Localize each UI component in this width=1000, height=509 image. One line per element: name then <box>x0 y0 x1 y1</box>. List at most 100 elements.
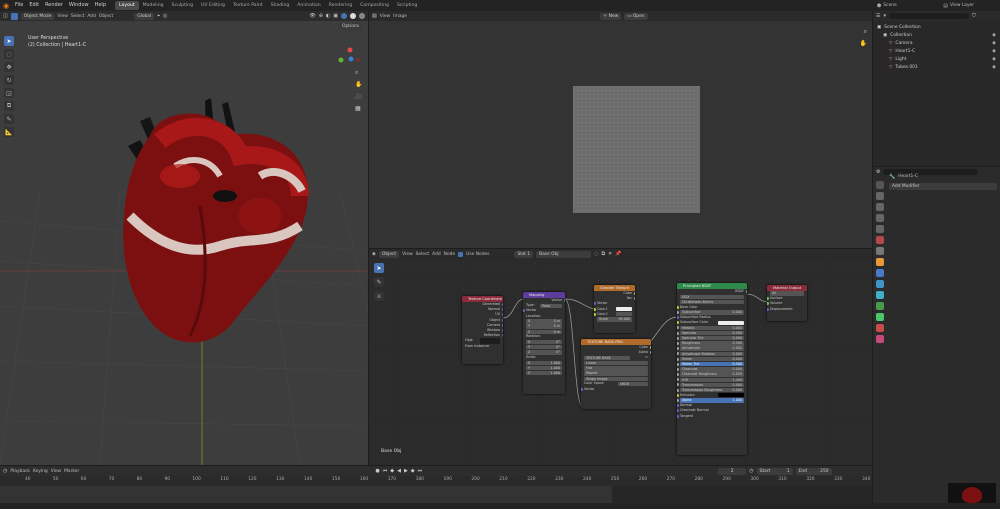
timeline-menu-view[interactable]: View <box>51 468 61 475</box>
outliner[interactable]: ☰ ▾ ⛉ ▣ Scene Collection ▣ Collection ◉ ▽ Ca… <box>873 11 1000 166</box>
visibility-icon[interactable]: 👁 <box>309 13 315 19</box>
scene-props-icon[interactable] <box>876 224 884 233</box>
principled-input-socket[interactable] <box>677 378 679 382</box>
texture-coordinate-node[interactable]: Texture Coordinate Generated Normal UV O… <box>462 296 503 364</box>
visibility-eye-icon[interactable]: ◉ <box>992 33 996 38</box>
principled-input-socket[interactable] <box>677 310 679 314</box>
outliner-type-icon[interactable]: ☰ <box>876 13 880 19</box>
add-modifier-button[interactable]: Add Modifier <box>889 183 997 190</box>
render-props-icon[interactable] <box>876 191 884 200</box>
tab-modeling[interactable]: Modeling <box>139 1 168 10</box>
checker-scale-field[interactable]: Scale 99.000 <box>594 317 635 322</box>
menu-file[interactable]: File <box>12 0 26 11</box>
principled-input-socket[interactable] <box>677 321 679 325</box>
viewport-menu-view[interactable]: View <box>57 13 67 20</box>
play-icon[interactable]: ▶ <box>404 468 408 474</box>
mapping-type-field[interactable]: Point <box>540 303 562 308</box>
principled-input-socket[interactable] <box>677 399 679 403</box>
tab-shading[interactable]: Shading <box>267 1 294 10</box>
principled-input-socket[interactable] <box>677 357 679 361</box>
camera-view-icon[interactable]: 🎥 <box>355 93 362 100</box>
image-pan-icon[interactable]: ✋ <box>860 40 867 47</box>
principled-bsdf-node[interactable]: Principled BSDF BSDF GGX Christensen-Bur… <box>677 283 747 455</box>
tab-sculpting[interactable]: Sculpting <box>168 1 197 10</box>
image-zoom-icon[interactable]: ⌕ <box>864 28 867 36</box>
image-editor[interactable]: ▧ View Image ＋ New ▭ Open ⌕ ✋ <box>369 11 872 248</box>
editor-type-icon[interactable]: ◫ <box>3 13 8 19</box>
outliner-funnel-icon[interactable]: ⛉ <box>972 13 976 19</box>
properties-type-icon[interactable]: ⚙ <box>876 169 880 175</box>
move-tool-icon[interactable]: ✥ <box>4 62 14 72</box>
principled-input-socket[interactable] <box>677 383 679 387</box>
principled-input-socket[interactable] <box>677 316 679 320</box>
image-tex-input-vector[interactable]: Vector <box>581 387 651 392</box>
outliner-item[interactable]: ▽ Tubes.001 ◉ <box>877 63 996 71</box>
data-props-icon[interactable] <box>876 312 884 321</box>
shading-solid-icon[interactable] <box>341 13 347 19</box>
snap-icon[interactable]: ⌖ <box>157 13 160 19</box>
principled-input-socket[interactable] <box>677 326 679 330</box>
outliner-item[interactable]: ▽ Heart1-C ◉ <box>877 47 996 55</box>
scale-tool-icon[interactable]: ◲ <box>4 88 14 98</box>
principled-input-socket[interactable] <box>677 393 679 397</box>
end-frame-field[interactable]: End 250 <box>795 467 832 475</box>
mapping-node[interactable]: Mapping Vector Type: Point Vector Locatio… <box>523 292 565 394</box>
visibility-eye-icon[interactable]: ◉ <box>992 49 996 54</box>
principled-input-socket[interactable] <box>677 409 679 413</box>
outliner-item[interactable]: ▽ Camera ◉ <box>877 39 996 47</box>
node-editor[interactable]: ◈ Object View Select Add Node Use Nodes … <box>369 249 872 465</box>
tab-scripting[interactable]: Scripting <box>393 1 421 10</box>
new-image-button[interactable]: ＋ New <box>599 12 622 20</box>
material-props-icon[interactable] <box>876 323 884 332</box>
visibility-eye-icon[interactable]: ◉ <box>992 41 996 46</box>
particles-props-icon[interactable] <box>876 279 884 288</box>
heart-model[interactable] <box>110 96 320 351</box>
zoom-icon[interactable]: ⌕ <box>355 69 358 77</box>
world-props-icon[interactable] <box>876 235 884 244</box>
emission-color-swatch[interactable] <box>718 393 744 398</box>
jump-end-icon[interactable]: ⏭ <box>418 468 423 474</box>
outliner-filter-icon[interactable]: ▾ <box>883 13 886 19</box>
blender-logo-icon[interactable]: ◉ <box>0 2 12 10</box>
xray-icon[interactable]: ▣ <box>333 13 338 19</box>
start-frame-field[interactable]: Start 1 <box>756 467 793 475</box>
visibility-eye-icon[interactable]: ◉ <box>992 65 996 70</box>
outliner-search-field[interactable] <box>889 13 969 19</box>
menu-edit[interactable]: Edit <box>26 0 42 11</box>
tab-compositing[interactable]: Compositing <box>356 1 393 10</box>
rotate-tool-icon[interactable]: ↻ <box>4 75 14 85</box>
object-props-icon[interactable] <box>876 257 884 266</box>
current-frame-field[interactable]: 2 <box>718 467 747 475</box>
viewport-menu-add[interactable]: Add <box>87 13 96 20</box>
clock-icon[interactable]: ◷ <box>749 468 753 474</box>
next-key-icon[interactable]: ◆ <box>411 468 415 474</box>
pan-icon[interactable]: ✋ <box>355 81 362 88</box>
scene-selector[interactable]: Scene <box>883 2 943 9</box>
viewport-menu-select[interactable]: Select <box>71 13 85 20</box>
texture-props-icon[interactable] <box>876 334 884 343</box>
visibility-eye-icon[interactable]: ◉ <box>992 57 996 62</box>
modifier-props-icon[interactable] <box>876 268 884 277</box>
overlay-icon[interactable]: ◐ <box>326 13 330 19</box>
tab-layout[interactable]: Layout <box>115 1 139 10</box>
scene-icon[interactable]: ⬢ <box>877 3 881 9</box>
tool-props-icon[interactable] <box>876 180 884 189</box>
menu-window[interactable]: Window <box>66 0 92 11</box>
principled-input-socket[interactable] <box>677 388 679 392</box>
image-canvas[interactable] <box>573 86 700 213</box>
shading-material-icon[interactable] <box>350 13 356 19</box>
principled-input-socket[interactable] <box>677 352 679 356</box>
select-tool-icon[interactable]: ➤ <box>4 36 14 46</box>
collection-props-icon[interactable] <box>876 246 884 255</box>
texcoord-from-instancer[interactable]: From Instancer <box>462 344 503 349</box>
record-icon[interactable]: ● <box>375 468 379 474</box>
principled-input-socket[interactable] <box>677 367 679 371</box>
image-menu-image[interactable]: Image <box>393 13 407 20</box>
physics-props-icon[interactable] <box>876 290 884 299</box>
subsurface-color-swatch[interactable] <box>718 320 744 325</box>
principled-input-socket[interactable] <box>677 305 679 309</box>
outliner-item[interactable]: ▣ Collection ◉ <box>877 31 996 39</box>
image-editor-type-icon[interactable]: ▧ <box>372 13 377 19</box>
prev-key-icon[interactable]: ◆ <box>390 468 394 474</box>
principled-input-socket[interactable] <box>677 347 679 351</box>
